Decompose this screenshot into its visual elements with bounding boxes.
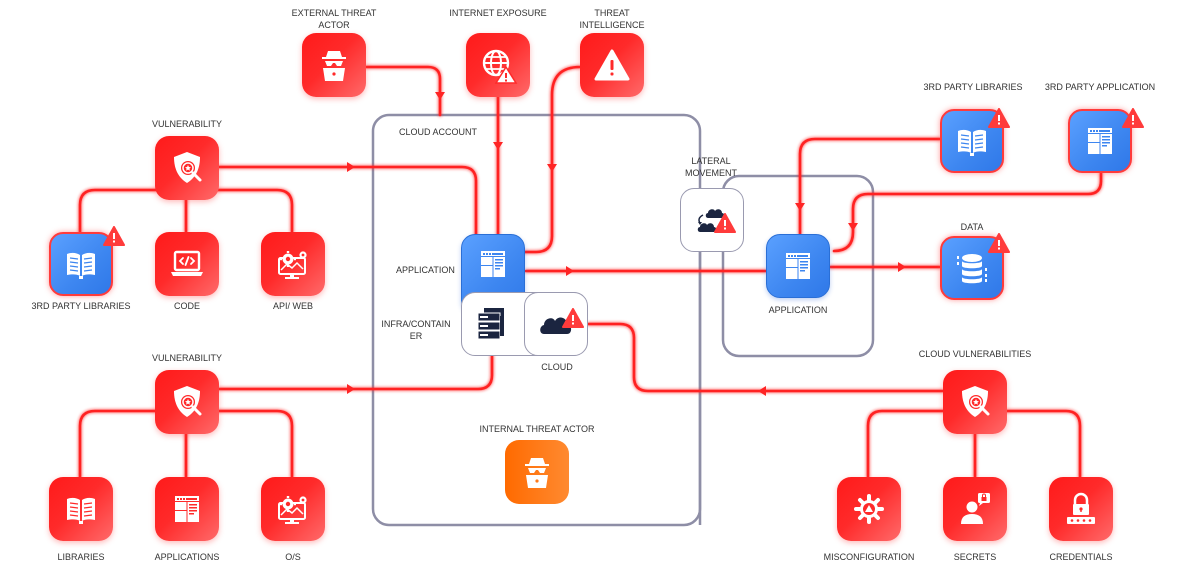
- 3rd-party-libraries-left-label: 3RD PARTY LIBRARIES: [31, 301, 131, 311]
- arrowhead: [898, 262, 906, 272]
- application-label: APPLICATION: [396, 265, 455, 275]
- warning-badge-icon: [988, 233, 1010, 253]
- book-icon: [958, 129, 986, 156]
- shield-search-icon: [174, 152, 202, 183]
- applications-label: APPLICATIONS: [154, 552, 220, 562]
- database-icon: [957, 254, 987, 284]
- credentials-label: CREDENTIALS: [1049, 552, 1113, 562]
- book-icon: [67, 252, 95, 279]
- warning-badge-icon: [103, 226, 125, 246]
- label-line: INTELLIGENCE: [579, 20, 645, 30]
- server-stack-icon: [477, 308, 504, 340]
- app-window-icon: [481, 251, 505, 277]
- code-node[interactable]: [155, 232, 219, 296]
- internet-exposure-node[interactable]: [466, 33, 530, 97]
- applications-node[interactable]: [155, 477, 219, 541]
- cloud-vulnerabilities-node[interactable]: [943, 370, 1007, 434]
- connector-external-threat: [364, 65, 442, 117]
- external-threat-actor-label: EXTERNAL THREAT ACTOR: [292, 7, 377, 31]
- connector-vuln-top-app: [217, 165, 478, 238]
- threat-intelligence-label: THREAT INTELLIGENCE: [579, 7, 644, 31]
- remote-application-label: APPLICATION: [768, 305, 828, 315]
- remote-application-node[interactable]: [766, 234, 830, 298]
- label-line: MOVEMENT: [684, 168, 738, 178]
- warning-badge-icon: [988, 108, 1010, 128]
- internet-exposure-label: INTERNET EXPOSURE: [449, 8, 547, 18]
- api-web-label: API/ WEB: [272, 301, 314, 311]
- connector-threat-intel: [522, 65, 582, 254]
- 3rd-party-libraries-right-label: 3RD PARTY LIBRARIES: [923, 82, 1023, 92]
- credentials-node[interactable]: [1049, 477, 1113, 541]
- api-web-node[interactable]: [261, 232, 325, 296]
- book-icon: [67, 497, 95, 524]
- label-line: ER: [409, 331, 423, 341]
- libraries-label: LIBRARIES: [57, 552, 105, 562]
- data-label: DATA: [960, 222, 984, 232]
- cloud-account-label: CLOUD ACCOUNT: [399, 127, 478, 137]
- shield-search-icon: [174, 386, 202, 417]
- gears-monitor-icon: [278, 496, 307, 524]
- hacker-icon: [322, 51, 346, 81]
- os-label: O/S: [285, 552, 301, 562]
- internal-threat-actor-label: INTERNAL THREAT ACTOR: [479, 424, 595, 434]
- arrowhead: [347, 384, 355, 394]
- app-window-icon: [175, 496, 199, 522]
- 3rd-party-application-label: 3RD PARTY APPLICATION: [1044, 82, 1156, 92]
- warning-badge-icon: [562, 308, 584, 328]
- libraries-node[interactable]: [49, 477, 113, 541]
- misconfiguration-label: MISCONFIGURATION: [823, 552, 915, 562]
- external-threat-actor-node[interactable]: [302, 33, 366, 97]
- code-laptop-icon: [171, 250, 203, 276]
- lateral-movement-label: LATERAL MOVEMENT: [685, 155, 737, 179]
- cloud-label: CLOUD: [541, 362, 573, 372]
- label-line: ACTOR: [318, 20, 350, 30]
- arrowhead: [547, 164, 557, 172]
- misconfiguration-node[interactable]: [837, 477, 901, 541]
- padlock-password-icon: [1067, 492, 1095, 524]
- warning-badge-icon: [1122, 108, 1144, 128]
- arrowhead: [566, 266, 574, 276]
- hacker-icon: [525, 458, 549, 488]
- label-line: THREAT: [594, 8, 630, 18]
- app-window-icon: [786, 253, 810, 279]
- arrowhead: [758, 386, 766, 396]
- threat-intelligence-node[interactable]: [580, 33, 644, 97]
- shield-search-icon: [962, 386, 990, 417]
- warning-triangle-icon: [594, 49, 630, 81]
- arrowhead: [347, 162, 355, 172]
- connector-vuln-bottom-infra: [217, 353, 494, 391]
- globe-warning-icon: [482, 49, 518, 84]
- infra-container-label: INFRA/CONTAIN ER: [381, 318, 450, 342]
- label-line: INFRA/CONTAIN: [381, 319, 451, 329]
- connector-cloud-vulns: [586, 322, 945, 393]
- user-lock-icon: [961, 493, 990, 524]
- vulnerability-bottom-node[interactable]: [155, 370, 219, 434]
- label-line: LATERAL: [691, 156, 731, 166]
- gears-monitor-icon: [278, 251, 307, 279]
- arrowhead: [848, 223, 858, 231]
- arrowhead: [795, 203, 805, 211]
- gear-warning-icon: [854, 494, 884, 524]
- vulnerability-top-node[interactable]: [155, 136, 219, 200]
- arrowhead: [493, 142, 503, 150]
- vulnerability-bottom-label: VULNERABILITY: [151, 353, 223, 363]
- secrets-label: SECRETS: [953, 552, 997, 562]
- warning-badge-icon: [714, 213, 736, 233]
- arrowhead: [435, 92, 445, 100]
- secrets-node[interactable]: [943, 477, 1007, 541]
- code-label: CODE: [173, 301, 201, 311]
- os-node[interactable]: [261, 477, 325, 541]
- vulnerability-top-label: VULNERABILITY: [151, 119, 223, 129]
- internal-threat-actor-node[interactable]: [505, 440, 569, 504]
- label-line: EXTERNAL THREAT: [291, 8, 377, 18]
- app-window-icon: [1088, 128, 1112, 154]
- connector-3p-libraries: [798, 137, 942, 236]
- cloud-vulnerabilities-label: CLOUD VULNERABILITIES: [918, 349, 1032, 359]
